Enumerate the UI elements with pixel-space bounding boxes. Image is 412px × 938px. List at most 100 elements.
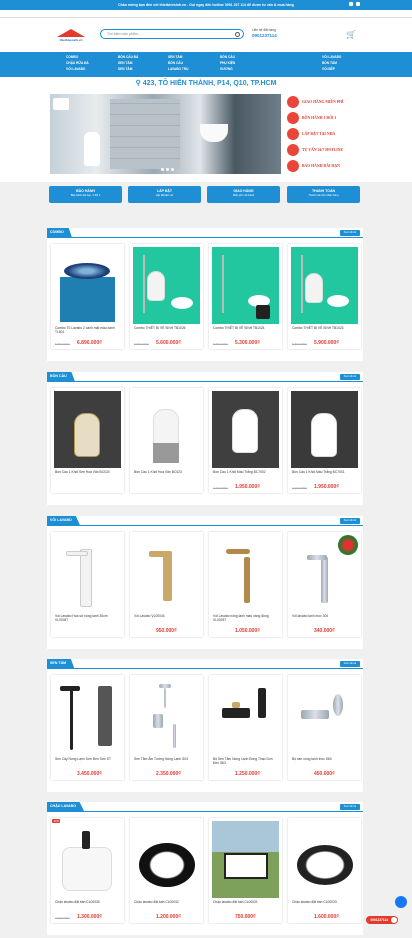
product-name[interactable]: Bồn Cầu 1 Khối Màu Trắng BC7001 (292, 470, 358, 474)
product-name[interactable]: Combo THIẾT BỊ VỆ SINH TB1026 (134, 326, 200, 330)
view-all-button[interactable]: Xem tất cả (339, 230, 360, 236)
menu-item[interactable]: LAVABO TRỤ (168, 67, 188, 71)
product-card[interactable]: Combo Tủ Lavabo 2 cánh mặt màu xanh TL60… (51, 244, 124, 349)
section-header: BỒN CẦU Xem tất cả (47, 372, 363, 382)
section-title[interactable]: COMBO (47, 228, 72, 237)
banner-slider[interactable] (50, 94, 281, 174)
product-card[interactable]: Bồn Cầu 1 Khối Sen Hoa Văn BC024 (51, 388, 124, 493)
call-now-button[interactable]: 0901237114 (366, 916, 398, 924)
menu-item[interactable]: BỒN CẦU (220, 55, 235, 59)
product-card[interactable]: Vòi Lavabo nóng lạnh màu vàng đồng VL000… (209, 532, 282, 637)
menu-col-1: COMBO CHẬU RỬA ĐÁ VÒI LAVABO (66, 55, 89, 71)
section-title[interactable]: VÒI LAVABO (47, 516, 80, 525)
product-name[interactable]: Sen Cây Nóng Lạnh Sơn Đen Sơn ST (55, 757, 121, 761)
service-install[interactable]: LẮP ĐẶT Lắp đặt tận nơi (128, 186, 201, 203)
cart-icon[interactable]: 🛒 (346, 30, 356, 39)
service-delivery[interactable]: GIAO HÀNG Miễn phí nội thành (207, 186, 280, 203)
product-name[interactable]: Chậu lavabo đặt bàn CL00032 (134, 900, 200, 904)
product-name[interactable]: Bộ Sen Tắm Nóng Lạnh Đồng Thau Sơn Đen S… (213, 757, 279, 765)
product-image (54, 678, 121, 755)
product-card[interactable]: Chậu lavabo đặt bàn CL00031 750.000₫ (209, 818, 282, 923)
perk-item: BẢO HÀNH DÀI HẠN (287, 158, 361, 174)
product-name[interactable]: Vòi lavabo lạnh Inox 304 (292, 614, 358, 618)
product-card[interactable]: Vòi Lavabo VL00044 950.000₫ (130, 532, 203, 637)
site-logo[interactable]: thietbivesinh.vn (52, 26, 90, 44)
location-pin-icon: ⚲ (135, 80, 141, 87)
product-image (212, 821, 279, 898)
product-name[interactable]: Combo Tủ Lavabo 2 cánh mặt màu xanh TL60… (55, 326, 121, 334)
product-card[interactable]: Combo THIẾT BỊ VỆ SINH TB1026 6.800.000₫… (130, 244, 203, 349)
product-name[interactable]: Combo THIẾT BỊ VỆ SINH TB1023 (292, 326, 358, 330)
hotline-box[interactable]: Liên hệ đặt hàng 0901237114 (252, 28, 277, 38)
menu-item[interactable]: BỒN TẮM (322, 61, 341, 65)
product-card[interactable]: Sen Tắm Âm Tường Nóng Lạnh S03 2.350.000… (130, 675, 203, 780)
menu-col-3: SEN TẮM BỒN CẦU LAVABO TRỤ (168, 55, 188, 71)
product-card[interactable]: Bồn Cầu 1 Khối Màu Trắng BC7001 2.400.00… (288, 388, 361, 493)
menu-item[interactable]: VÒI LAVABO (322, 55, 341, 59)
product-card[interactable]: -46% Chậu lavabo đặt bàn CL00030 2.400.0… (51, 818, 124, 923)
facebook-icon[interactable] (349, 2, 353, 6)
menu-item[interactable]: VÒI BẾP (322, 67, 341, 71)
menu-item[interactable]: SEN TẮM (118, 61, 138, 65)
perk-item: BỒN HÀNH 1 ĐỔI 1 (287, 110, 361, 126)
product-image (212, 391, 279, 468)
product-image (133, 678, 200, 755)
search-input[interactable]: Tìm kiếm sản phẩm... (100, 29, 244, 39)
section-showers: SEN TẮM Xem tất cả Sen Cây Nóng Lạnh Sơn… (47, 659, 363, 792)
product-name[interactable]: Chậu lavabo đặt bàn CL00031 (213, 900, 279, 904)
messenger-icon[interactable] (395, 896, 407, 908)
view-all-button[interactable]: Xem tất cả (339, 661, 360, 667)
perk-item: TƯ VẤN 24/7 HOTLINE (287, 142, 361, 158)
menu-item[interactable]: GƯƠNG (220, 67, 235, 71)
logo-roof-icon (57, 28, 85, 37)
product-card[interactable]: Combo THIẾT BỊ VỆ SINH TB1024 6.800.000₫… (209, 244, 282, 349)
menu-item[interactable]: PHỤ KIỆN (220, 61, 235, 65)
product-name[interactable]: Sen Tắm Âm Tường Nóng Lạnh S03 (134, 757, 200, 761)
secondary-nav (0, 10, 412, 18)
youtube-icon[interactable] (356, 2, 360, 6)
slider-dots[interactable] (161, 168, 174, 171)
product-card[interactable]: Chậu lavabo đặt bàn CL00032 1.200.000₫ (130, 818, 203, 923)
menu-item[interactable]: CHẬU RỬA ĐÁ (66, 61, 89, 65)
view-all-button[interactable]: Xem tất cả (339, 374, 360, 380)
view-all-button[interactable]: Xem tất cả (339, 804, 360, 810)
service-payment[interactable]: THANH TOÁN Thanh toán khi nhận hàng (287, 186, 360, 203)
product-card[interactable]: Bồn Cầu 1 Khối Hoa Văn BC023 (130, 388, 203, 493)
product-name[interactable]: Bồn Cầu 1 Khối Màu Trắng BC7002 (213, 470, 279, 474)
menu-col-5: VÒI LAVABO BỒN TẮM VÒI BẾP (322, 55, 341, 71)
menu-item[interactable]: BỒN CẦU ĐÁ (118, 55, 138, 59)
search-icon[interactable] (235, 31, 240, 37)
service-warranty[interactable]: BẢO HÀNH Bảo hành dài hạn, 1 đổi 1 (49, 186, 122, 203)
product-card[interactable]: Bộ sen nóng lạnh Inox S63 450.000₫ (288, 675, 361, 780)
menu-col-4: BỒN CẦU PHỤ KIỆN GƯƠNG (220, 55, 235, 71)
product-card[interactable]: Bộ Sen Tắm Nóng Lạnh Đồng Thau Sơn Đen S… (209, 675, 282, 780)
view-all-button[interactable]: Xem tất cả (339, 518, 360, 524)
section-title[interactable]: BỒN CẦU (47, 372, 75, 381)
product-card[interactable]: Chậu lavabo đặt bàn CL00033 1.600.000₫ (288, 818, 361, 923)
product-name[interactable]: Vòi Lavabo Hoa sứ nóng lạnh 30cm VL00047 (55, 614, 121, 622)
old-price: 2.400.000₫ (213, 486, 228, 490)
menu-item[interactable]: VÒI LAVABO (66, 67, 89, 71)
menu-item[interactable]: BỒN CẦU (168, 61, 188, 65)
section-title[interactable]: SEN TẮM (47, 659, 75, 668)
product-name[interactable]: Vòi Lavabo VL00044 (134, 614, 200, 618)
menu-item[interactable]: SEN TẮM (118, 67, 138, 71)
product-price: 1.050.000₫ (235, 628, 260, 634)
product-name[interactable]: Bộ sen nóng lạnh Inox S63 (292, 757, 358, 761)
section-title[interactable]: CHẬU LAVABO (47, 802, 85, 811)
menu-item[interactable]: COMBO (66, 55, 89, 59)
product-name[interactable]: Bồn Cầu 1 Khối Hoa Văn BC023 (134, 470, 200, 474)
product-name[interactable]: Bồn Cầu 1 Khối Sen Hoa Văn BC024 (55, 470, 121, 474)
product-name[interactable]: Chậu lavabo đặt bàn CL00030 (55, 900, 121, 904)
main-menu: COMBO CHẬU RỬA ĐÁ VÒI LAVABO BỒN CẦU ĐÁ … (0, 52, 412, 77)
menu-item[interactable]: SEN TẮM (168, 55, 188, 59)
product-name[interactable]: Chậu lavabo đặt bàn CL00033 (292, 900, 358, 904)
product-card[interactable]: Sen Cây Nóng Lạnh Sơn Đen Sơn ST 3.450.0… (51, 675, 124, 780)
product-name[interactable]: Vòi Lavabo nóng lạnh màu vàng đồng VL000… (213, 614, 279, 622)
product-card[interactable]: Bồn Cầu 1 Khối Màu Trắng BC7002 2.400.00… (209, 388, 282, 493)
product-card[interactable]: Vòi lavabo lạnh Inox 304 340.000₫ (288, 532, 361, 637)
product-card[interactable]: Combo THIẾT BỊ VỆ SINH TB1023 6.800.000₫… (288, 244, 361, 349)
product-card[interactable]: Vòi Lavabo Hoa sứ nóng lạnh 30cm VL00047 (51, 532, 124, 637)
product-name[interactable]: Combo THIẾT BỊ VỆ SINH TB1024 (213, 326, 279, 330)
product-price: 1.250.000₫ (235, 771, 260, 777)
